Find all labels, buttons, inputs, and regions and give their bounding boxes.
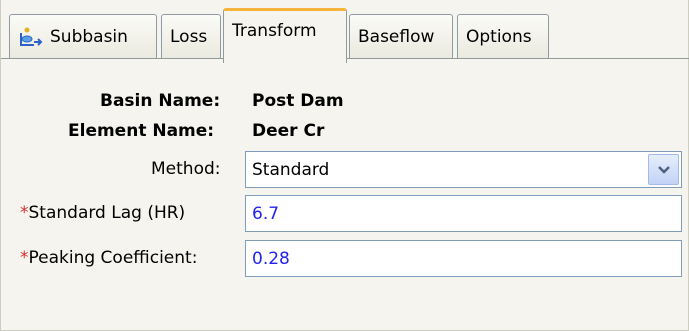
tab-transform[interactable]: Transform: [223, 8, 347, 63]
component-editor: Subbasin Loss Transform Baseflow Options…: [0, 0, 689, 331]
tab-loss[interactable]: Loss: [161, 14, 221, 58]
standard-lag-label: *Standard Lag (HR): [20, 203, 185, 223]
tab-transform-label: Transform: [232, 21, 317, 41]
subbasin-icon: [20, 27, 43, 46]
basin-name-label: Basin Name:: [100, 91, 221, 111]
tab-strip: Subbasin Loss Transform Baseflow Options: [1, 0, 689, 63]
tab-loss-label: Loss: [170, 26, 208, 47]
chevron-down-icon: [657, 165, 670, 174]
peaking-coefficient-input[interactable]: 0.28: [245, 240, 682, 277]
tab-options[interactable]: Options: [457, 14, 549, 58]
basin-name-value: Post Dam: [252, 91, 344, 111]
element-name-label: Element Name:: [68, 121, 215, 141]
peaking-coefficient-label: *Peaking Coefficient:: [20, 248, 197, 268]
method-label: Method:: [151, 159, 221, 179]
method-dropdown-button[interactable]: [648, 154, 679, 185]
tab-subbasin[interactable]: Subbasin: [9, 14, 157, 58]
element-name-value: Deer Cr: [252, 121, 325, 141]
method-select[interactable]: Standard: [245, 151, 682, 188]
required-marker: *: [20, 203, 29, 223]
method-selected-value: Standard: [252, 159, 330, 180]
tab-baseflow[interactable]: Baseflow: [349, 14, 453, 58]
standard-lag-value: 6.7: [252, 203, 280, 224]
tab-subbasin-label: Subbasin: [50, 26, 128, 47]
standard-lag-input[interactable]: 6.7: [245, 195, 682, 232]
tab-options-label: Options: [466, 26, 532, 47]
peaking-coefficient-value: 0.28: [252, 248, 290, 269]
tab-baseflow-label: Baseflow: [358, 26, 435, 47]
required-marker: *: [20, 248, 29, 268]
peaking-coefficient-label-text: Peaking Coefficient:: [28, 248, 198, 268]
standard-lag-label-text: Standard Lag (HR): [28, 203, 186, 223]
